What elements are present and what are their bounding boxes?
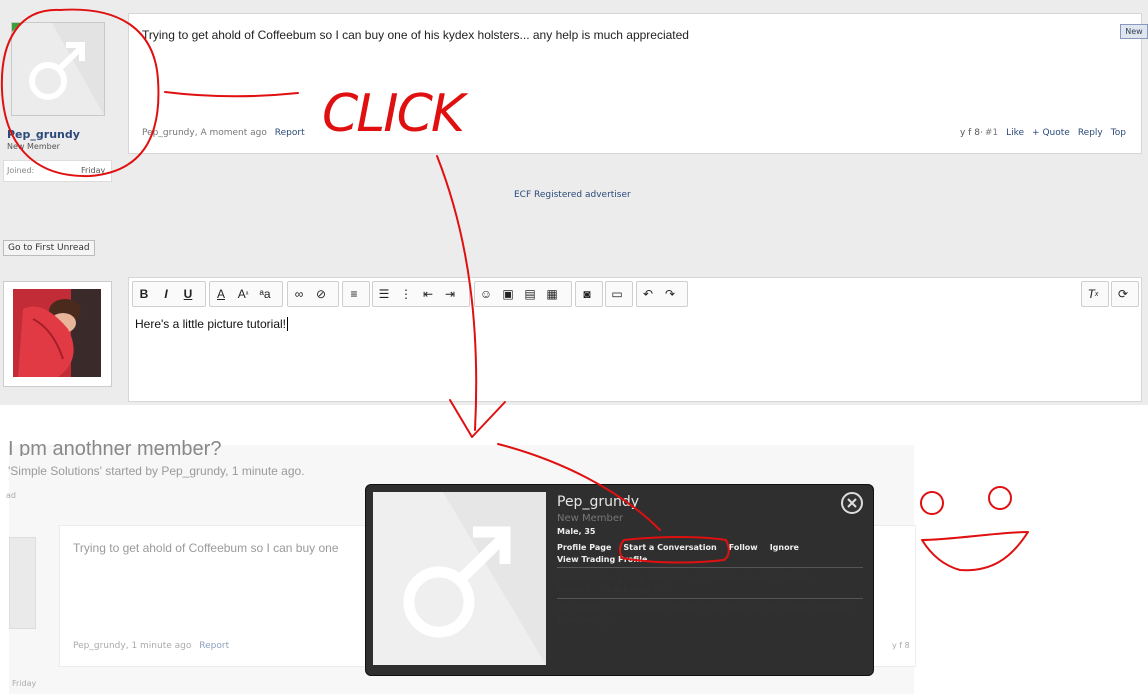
annotation-pointer-line [164,91,299,98]
red-annotation-layer [0,8,1029,572]
annotation-click-text: CLICK [322,84,465,144]
annotation-smiley-eye-left [920,491,944,515]
annotation-smiley-eye-right [988,486,1012,510]
annotation-circle-user [0,8,160,178]
annotation-down-arrow [436,155,478,431]
annotation-curve [497,443,661,531]
annotation-box-start-conversation [618,536,730,564]
annotation-smiley-mouth [921,531,1029,572]
annotation-arrowhead [449,399,506,438]
